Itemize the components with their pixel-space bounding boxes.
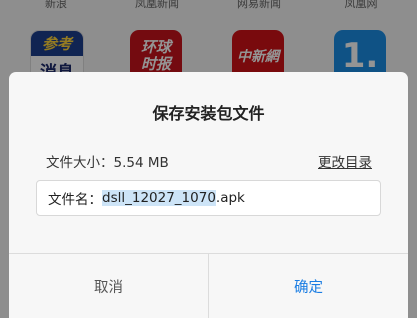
filename-extension: .apk	[215, 190, 245, 206]
filename-input[interactable]: 文件名： dsll_12027_1070 .apk	[36, 180, 381, 216]
filename-prefix-label: 文件名：	[48, 192, 102, 208]
cancel-button[interactable]: 取消	[9, 254, 209, 318]
dialog-title: 保存安装包文件	[152, 104, 265, 123]
save-package-dialog: 保存安装包文件 文件大小：5.54 MB 更改目录 文件名： dsll_1202…	[9, 72, 408, 318]
change-directory-link[interactable]: 更改目录	[318, 151, 372, 171]
confirm-button[interactable]: 确定	[209, 254, 408, 318]
filename-selected-text: dsll_12027_1070	[102, 190, 216, 206]
file-size-label: 文件大小：5.54 MB	[46, 155, 169, 171]
dialog-button-bar: 取消 确定	[9, 253, 408, 318]
